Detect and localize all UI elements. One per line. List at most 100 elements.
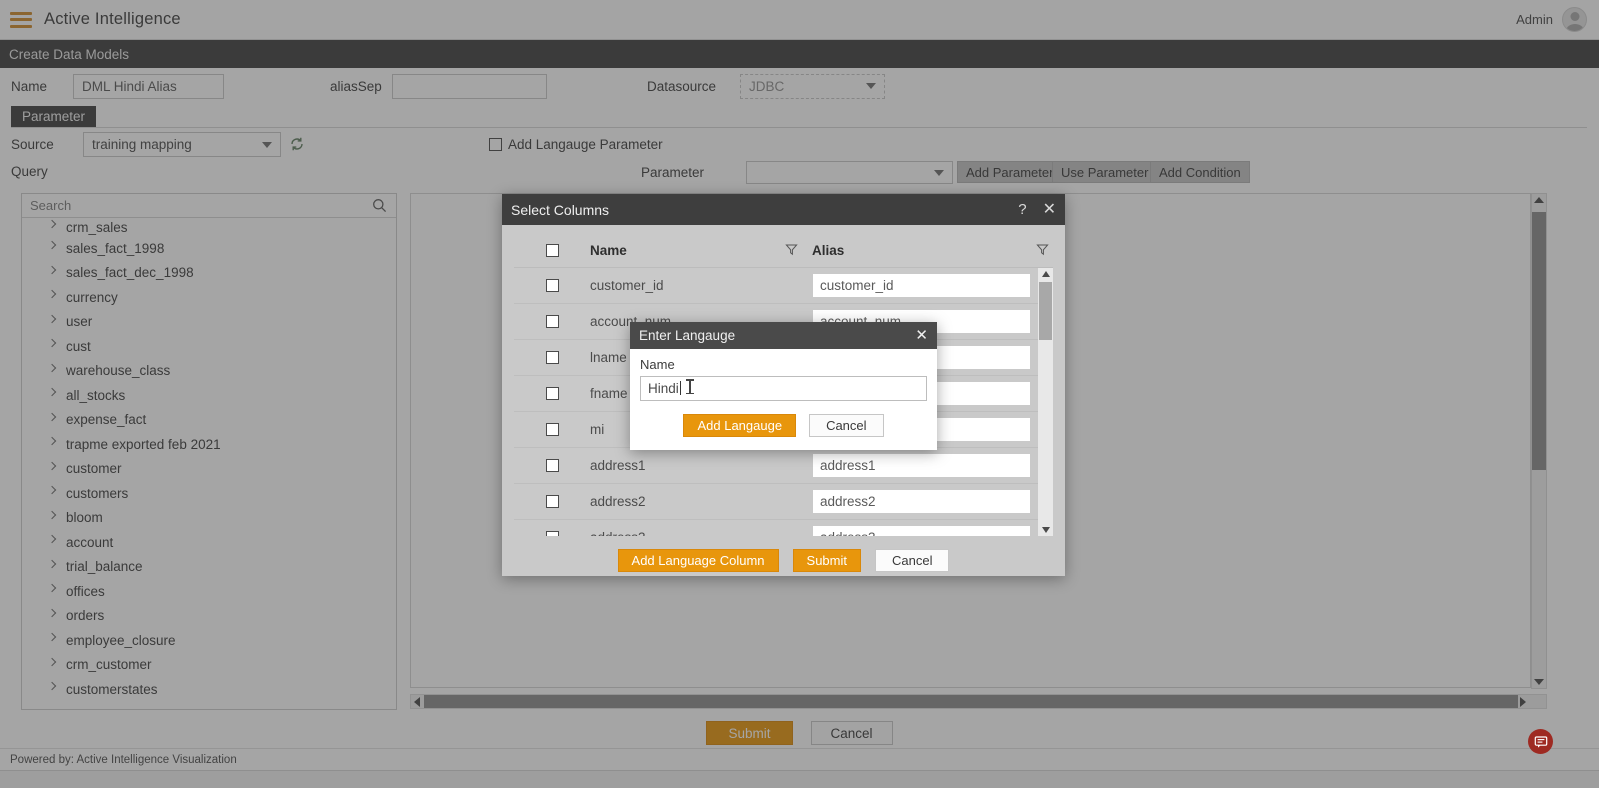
admin-label[interactable]: Admin xyxy=(1516,12,1553,27)
tree-item[interactable]: customers xyxy=(22,481,396,506)
row-select-checkbox[interactable] xyxy=(545,531,559,536)
scroll-left-icon[interactable] xyxy=(414,697,420,707)
tree-item[interactable]: account xyxy=(22,530,396,555)
columns-grid-scroll-thumb[interactable] xyxy=(1039,282,1052,340)
tree-item[interactable]: offices xyxy=(22,579,396,604)
add-parameter-button[interactable]: Add Parameter xyxy=(957,161,1063,183)
chevron-right-icon[interactable] xyxy=(47,219,57,229)
tree-item[interactable]: warehouse_class xyxy=(22,359,396,384)
refresh-icon[interactable] xyxy=(289,136,305,152)
close-icon[interactable]: ✕ xyxy=(1043,201,1056,218)
tree-item[interactable]: crm_sales xyxy=(22,218,396,236)
chevron-right-icon[interactable] xyxy=(47,632,57,642)
chat-bubble-icon[interactable] xyxy=(1528,729,1553,754)
table-row[interactable]: address1 address1 xyxy=(514,448,1053,484)
chevron-right-icon[interactable] xyxy=(47,363,57,372)
parameter-select[interactable] xyxy=(746,161,953,184)
page-submit-button[interactable]: Submit xyxy=(706,721,793,745)
model-name-input[interactable] xyxy=(73,73,224,99)
row-select-checkbox[interactable] xyxy=(545,423,559,436)
chevron-right-icon[interactable] xyxy=(47,534,57,544)
chevron-right-icon[interactable] xyxy=(47,485,57,495)
row-select-checkbox[interactable] xyxy=(545,351,559,364)
canvas-vertical-scroll-thumb[interactable] xyxy=(1532,212,1546,470)
tree-item[interactable]: crm_customer xyxy=(22,653,396,678)
select-columns-submit-button[interactable]: Submit xyxy=(792,549,861,572)
select-columns-cancel-button[interactable]: Cancel xyxy=(875,549,950,572)
tree-item[interactable]: currency xyxy=(22,285,396,310)
row-select-checkbox[interactable] xyxy=(545,459,559,472)
chevron-right-icon[interactable] xyxy=(47,657,57,666)
chevron-right-icon[interactable] xyxy=(47,461,57,470)
chevron-right-icon[interactable] xyxy=(47,338,57,348)
chevron-right-icon[interactable] xyxy=(47,314,57,323)
tree-item[interactable]: all_stocks xyxy=(22,383,396,408)
alias-input[interactable]: customer_id xyxy=(812,273,1031,298)
columns-grid-scrollbar[interactable] xyxy=(1038,268,1053,536)
tree-item[interactable]: cust xyxy=(22,334,396,359)
row-select-checkbox[interactable] xyxy=(545,279,559,292)
select-all-checkbox[interactable] xyxy=(545,244,559,257)
alias-input[interactable]: address3 xyxy=(812,525,1031,536)
add-language-parameter-checkbox[interactable] xyxy=(489,138,502,151)
scroll-right-icon[interactable] xyxy=(1520,697,1526,707)
tree-item[interactable]: trapme exported feb 2021 xyxy=(22,432,396,457)
close-icon[interactable]: ✕ xyxy=(915,328,928,343)
chevron-right-icon[interactable] xyxy=(47,583,57,593)
tree-item[interactable]: customerstates xyxy=(22,677,396,702)
table-row[interactable]: address2 address2 xyxy=(514,484,1053,520)
tree-item[interactable]: expense_fact xyxy=(22,408,396,433)
chevron-right-icon[interactable] xyxy=(47,289,57,299)
search-input[interactable] xyxy=(22,194,396,217)
use-parameter-button[interactable]: Use Parameter xyxy=(1052,161,1158,183)
canvas-horizontal-scroll-thumb[interactable] xyxy=(424,695,1518,708)
chevron-right-icon[interactable] xyxy=(47,387,57,397)
page-cancel-button[interactable]: Cancel xyxy=(810,721,893,745)
scroll-up-icon[interactable] xyxy=(1042,271,1050,277)
user-avatar-icon[interactable] xyxy=(1562,7,1587,32)
source-select[interactable]: training mapping xyxy=(83,132,281,157)
hamburger-icon[interactable] xyxy=(10,11,32,28)
filter-icon[interactable] xyxy=(1036,243,1049,259)
chevron-right-icon[interactable] xyxy=(47,240,57,250)
tree-item[interactable]: trial_balance xyxy=(22,555,396,580)
alias-input[interactable]: address1 xyxy=(812,453,1031,478)
chevron-right-icon[interactable] xyxy=(47,608,57,617)
tree-item[interactable]: bloom xyxy=(22,506,396,531)
language-name-label: Name xyxy=(640,357,675,372)
scroll-up-icon[interactable] xyxy=(1534,197,1544,203)
search-icon[interactable] xyxy=(372,198,387,218)
tab-parameter[interactable]: Parameter xyxy=(11,106,97,128)
enter-language-cancel-button[interactable]: Cancel xyxy=(809,414,884,437)
tree-item[interactable]: sales_fact_1998 xyxy=(22,236,396,261)
row-select-checkbox[interactable] xyxy=(545,495,559,508)
add-language-column-button[interactable]: Add Language Column xyxy=(617,549,779,572)
table-row[interactable]: customer_id customer_id xyxy=(514,268,1053,304)
chevron-right-icon[interactable] xyxy=(47,265,57,274)
tree-item[interactable]: employee_closure xyxy=(22,628,396,653)
chevron-right-icon[interactable] xyxy=(47,436,57,446)
datasource-select[interactable]: JDBC xyxy=(740,73,885,99)
chevron-right-icon[interactable] xyxy=(47,412,57,421)
add-condition-button[interactable]: Add Condition xyxy=(1150,161,1250,183)
table-tree-list[interactable]: crm_sales sales_fact_1998 sales_fact_dec_1… xyxy=(22,218,396,709)
table-row[interactable]: address3address3 xyxy=(514,520,1053,536)
row-select-checkbox[interactable] xyxy=(545,315,559,328)
chevron-right-icon[interactable] xyxy=(47,559,57,568)
tree-item[interactable]: user xyxy=(22,310,396,335)
tree-item[interactable]: orders xyxy=(22,604,396,629)
alias-input[interactable]: address2 xyxy=(812,489,1031,514)
help-icon[interactable]: ? xyxy=(1018,201,1026,218)
filter-icon[interactable] xyxy=(785,243,798,259)
language-name-input[interactable]: Hindi xyxy=(640,376,927,401)
row-select-checkbox[interactable] xyxy=(545,387,559,400)
select-all-cell xyxy=(514,244,590,257)
chevron-right-icon[interactable] xyxy=(47,510,57,519)
scroll-down-icon[interactable] xyxy=(1042,527,1050,533)
tree-item[interactable]: sales_fact_dec_1998 xyxy=(22,261,396,286)
scroll-down-icon[interactable] xyxy=(1534,679,1544,685)
tree-item[interactable]: customer xyxy=(22,457,396,482)
aliassep-input[interactable] xyxy=(392,73,547,99)
chevron-right-icon[interactable] xyxy=(47,681,57,691)
add-language-button[interactable]: Add Langauge xyxy=(683,414,797,437)
